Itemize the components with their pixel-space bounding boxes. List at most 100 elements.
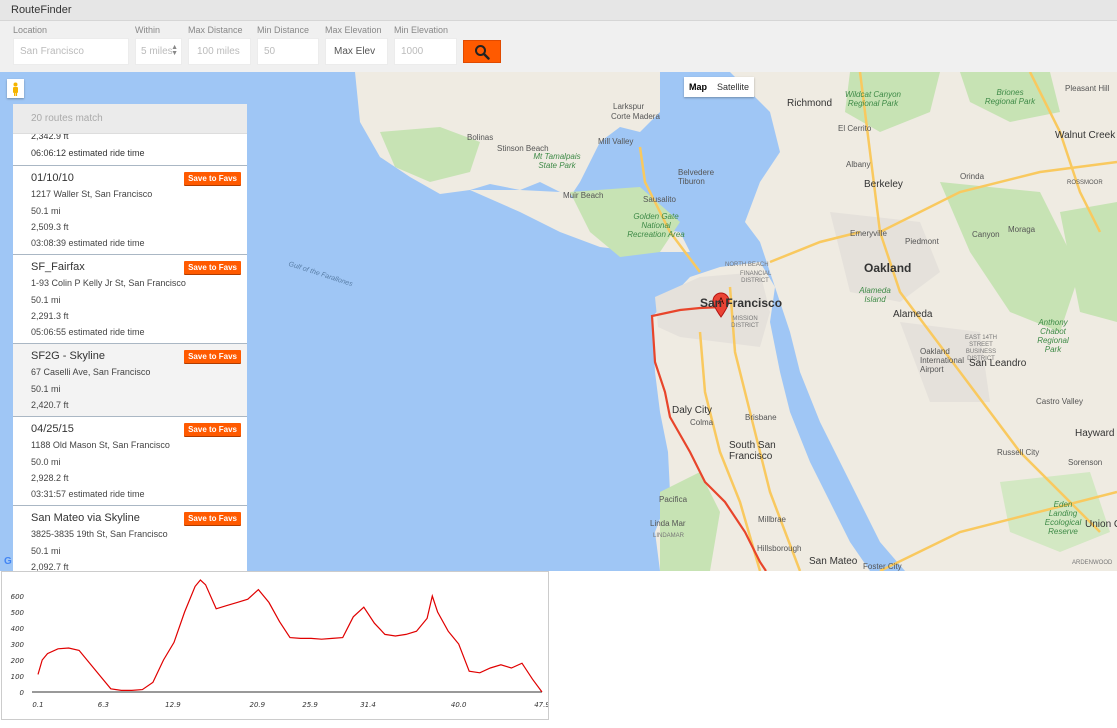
map-label: Hayward [1075,428,1115,439]
google-logo: G [4,556,12,567]
x-tick-label: 40.0 [451,701,467,709]
map-type-control: Map Satellite [684,77,755,97]
map-label: Union Cit [1085,519,1117,530]
map-label: Oakland [864,261,912,275]
map-label: Piedmont [905,237,939,246]
location-input[interactable]: San Francisco [13,38,129,65]
map-label: Larkspur [613,102,645,111]
y-tick-label: 300 [11,641,25,649]
route-address: 3825-3835 19th St, San Francisco [31,529,168,539]
map-label: ROSSMOOR [1067,180,1103,186]
title-bar: RouteFinder [0,0,1117,21]
x-tick-label: 47.9 [534,701,548,709]
route-distance: 50.1 mi [31,546,61,556]
map-label: Anthony Chabot Regional Park [1037,318,1069,354]
y-tick-label: 0 [20,689,25,697]
map-label: Orinda [960,172,985,181]
route-card[interactable]: 01/10/10 Save to Favs 1217 Waller St, Sa… [13,166,247,255]
y-tick-label: 200 [11,657,25,665]
route-time: 06:06:12 estimated ride time [31,148,145,158]
map-label: Russell City [997,448,1040,457]
route-card[interactable]: 04/25/15 Save to Favs 1188 Old Mason St,… [13,417,247,506]
map-label: San Mateo [809,556,858,567]
search-icon [475,44,490,60]
map-label: FINANCIAL DISTRICT [740,271,772,284]
route-address: 1-93 Colin P Kelly Jr St, San Francisco [31,278,186,288]
min-distance-label: Min Distance [257,25,310,35]
pegman-icon[interactable] [7,79,24,98]
map-type-satellite-button[interactable]: Satellite [712,77,754,97]
route-elevation: 2,420.7 ft [31,400,69,410]
route-elevation: 2,291.3 ft [31,311,69,321]
routes-count-header: 20 routes match [13,104,247,134]
map-label: Mill Valley [598,137,634,146]
search-button[interactable] [463,40,501,63]
map-label: Emeryville [850,229,887,238]
route-distance: 50.1 mi [31,206,61,216]
map-label: Sausalito [643,195,676,204]
max-distance-label: Max Distance [188,25,243,35]
map-label: Albany [846,160,871,169]
route-distance: 50.0 mi [31,457,61,467]
route-elevation: 2,928.2 ft [31,473,69,483]
route-card-selected[interactable]: SF2G - Skyline Save to Favs 67 Caselli A… [13,344,247,417]
min-distance-input[interactable]: 50 [257,38,319,65]
map-type-map-button[interactable]: Map [684,77,712,97]
save-to-favs-button[interactable]: Save to Favs [184,172,241,185]
map-label: Mt Tamalpais State Park [533,152,581,170]
map-label: Bolinas [467,133,494,142]
route-card[interactable]: SF_Fairfax Save to Favs 1-93 Colin P Kel… [13,255,247,344]
map-label: ARDENWOOD [1072,560,1113,566]
save-to-favs-button[interactable]: Save to Favs [184,350,241,363]
app-title: RouteFinder [11,4,72,16]
route-time: 03:31:57 estimated ride time [31,489,145,499]
within-label: Within [135,25,161,35]
y-tick-label: 100 [11,673,25,681]
x-tick-label: 25.9 [302,701,318,709]
map-label: Wildcat Canyon Regional Park [845,90,901,108]
map-label: San Leandro [969,358,1027,369]
x-tick-label: 20.9 [250,701,266,709]
x-tick-label: 6.3 [98,701,109,709]
routes-panel[interactable]: 20 routes match 2,342.9 ft 06:06:12 esti… [13,104,247,571]
map-label: Muir Beach [563,191,604,200]
max-elevation-input[interactable]: Max Elev [325,38,388,65]
max-elevation-label: Max Elevation [325,25,382,35]
route-name: SF_Fairfax [31,261,85,273]
map-label: Brisbane [745,413,777,422]
save-to-favs-button[interactable]: Save to Favs [184,512,241,525]
map-label: Castro Valley [1036,397,1083,406]
map-label: Daly City [672,405,713,416]
save-to-favs-button[interactable]: Save to Favs [184,423,241,436]
route-card[interactable]: San Mateo via Skyline Save to Favs 3825-… [13,506,247,571]
min-elevation-input[interactable]: 1000 [394,38,457,65]
route-address: 1188 Old Mason St, San Francisco [31,440,170,450]
route-name: SF2G - Skyline [31,350,105,362]
route-elevation: 2,092.7 ft [31,562,69,571]
map-label: Pacifica [659,495,688,504]
y-tick-label: 500 [11,609,25,617]
map-label: Millbrae [758,515,787,524]
map-label: Pleasant Hill [1065,84,1110,93]
map-label: Walnut Creek [1055,130,1116,141]
map-label: San Francisco [700,296,783,310]
within-select[interactable]: 5 miles ▲ ▼ [135,38,182,65]
route-name: 01/10/10 [31,172,74,184]
route-address: 67 Caselli Ave, San Francisco [31,367,151,377]
route-distance: 50.1 mi [31,384,61,394]
map-label: Colma [690,418,714,427]
map-label: Sorenson [1068,458,1103,467]
y-tick-label: 600 [11,593,25,601]
map-label: South San Francisco [729,440,776,462]
map-label: Belvedere Tiburon [678,168,715,186]
x-tick-label: 31.4 [360,701,376,709]
route-time: 03:08:39 estimated ride time [31,238,145,248]
map-label: El Cerrito [838,124,872,133]
map-label: Richmond [787,98,833,109]
elevation-line [37,579,543,693]
save-to-favs-button[interactable]: Save to Favs [184,261,241,274]
max-distance-input[interactable]: 100 miles [188,38,251,65]
map-label: Corte Madera [611,112,660,121]
map-label: Hillsborough [757,544,802,553]
x-tick-label: 12.9 [165,701,181,709]
